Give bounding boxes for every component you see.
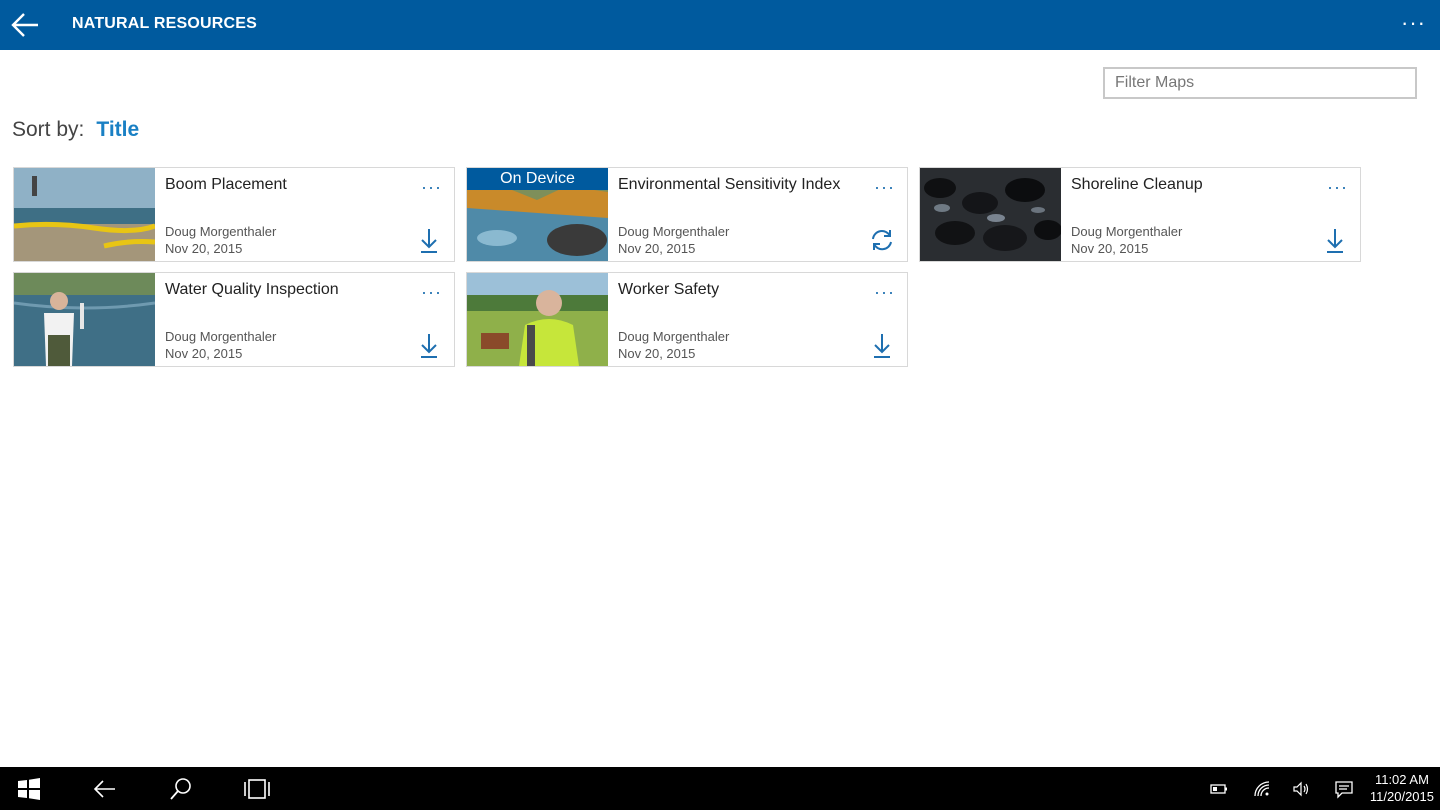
battery-icon[interactable] — [1209, 779, 1229, 799]
sort-label: Sort by: — [12, 118, 85, 141]
download-icon[interactable] — [416, 226, 442, 254]
back-icon[interactable] — [91, 775, 119, 803]
map-more-button[interactable]: ··· — [421, 283, 442, 301]
map-more-button[interactable]: ··· — [1327, 178, 1348, 196]
map-owner: Doug Morgenthaler — [618, 224, 730, 239]
map-title: Water Quality Inspection — [165, 281, 339, 298]
on-device-badge: On Device — [467, 168, 608, 190]
search-icon[interactable] — [167, 775, 195, 803]
back-arrow-icon[interactable] — [8, 8, 44, 42]
download-icon[interactable] — [1322, 226, 1348, 254]
clock-date: 11/20/2015 — [1369, 789, 1434, 804]
map-card-worker-safety[interactable]: Worker Safety Doug Morgenthaler Nov 20, … — [466, 272, 908, 367]
map-date: Nov 20, 2015 — [618, 346, 696, 361]
task-view-icon[interactable] — [243, 775, 271, 803]
map-card-environmental-sensitivity-index[interactable]: On Device Environmental Sensitivity Inde… — [466, 167, 908, 262]
system-clock[interactable]: 11:02 AM 11/20/2015 — [1370, 771, 1434, 805]
download-icon[interactable] — [416, 331, 442, 359]
clock-time: 11:02 AM — [1374, 772, 1429, 787]
map-owner: Doug Morgenthaler — [1071, 224, 1183, 239]
map-card-shoreline-cleanup[interactable]: Shoreline Cleanup Doug Morgenthaler Nov … — [919, 167, 1361, 262]
map-thumbnail — [920, 168, 1061, 261]
windows-start-icon[interactable] — [15, 775, 43, 803]
map-card-water-quality-inspection[interactable]: Water Quality Inspection Doug Morgenthal… — [13, 272, 455, 367]
map-owner: Doug Morgenthaler — [165, 224, 277, 239]
map-card-boom-placement[interactable]: Boom Placement Doug Morgenthaler Nov 20,… — [13, 167, 455, 262]
map-title: Boom Placement — [165, 176, 287, 193]
more-options-button[interactable]: ··· — [1401, 8, 1426, 38]
map-date: Nov 20, 2015 — [165, 241, 243, 256]
map-date: Nov 20, 2015 — [165, 346, 243, 361]
map-thumbnail — [14, 168, 155, 261]
map-title: Environmental Sensitivity Index — [618, 176, 841, 193]
map-more-button[interactable]: ··· — [874, 178, 895, 196]
sync-icon[interactable] — [869, 226, 895, 254]
map-owner: Doug Morgenthaler — [165, 329, 277, 344]
map-date: Nov 20, 2015 — [618, 241, 696, 256]
map-thumbnail — [467, 273, 608, 366]
map-title: Worker Safety — [618, 281, 720, 298]
taskbar: 11:02 AM 11/20/2015 — [0, 767, 1440, 810]
map-date: Nov 20, 2015 — [1071, 241, 1149, 256]
title-bar: NATURAL RESOURCES ··· — [0, 0, 1440, 50]
volume-icon[interactable] — [1292, 779, 1312, 799]
wifi-icon[interactable] — [1252, 779, 1272, 799]
filter-maps-input[interactable] — [1103, 67, 1417, 99]
sort-control: Sort by: Title — [12, 118, 139, 142]
map-more-button[interactable]: ··· — [421, 178, 442, 196]
map-thumbnail — [14, 273, 155, 366]
page-title: NATURAL RESOURCES — [72, 15, 258, 32]
map-owner: Doug Morgenthaler — [618, 329, 730, 344]
map-more-button[interactable]: ··· — [874, 283, 895, 301]
download-icon[interactable] — [869, 331, 895, 359]
sort-value-button[interactable]: Title — [96, 118, 139, 141]
map-title: Shoreline Cleanup — [1071, 176, 1203, 193]
action-center-icon[interactable] — [1334, 779, 1354, 799]
